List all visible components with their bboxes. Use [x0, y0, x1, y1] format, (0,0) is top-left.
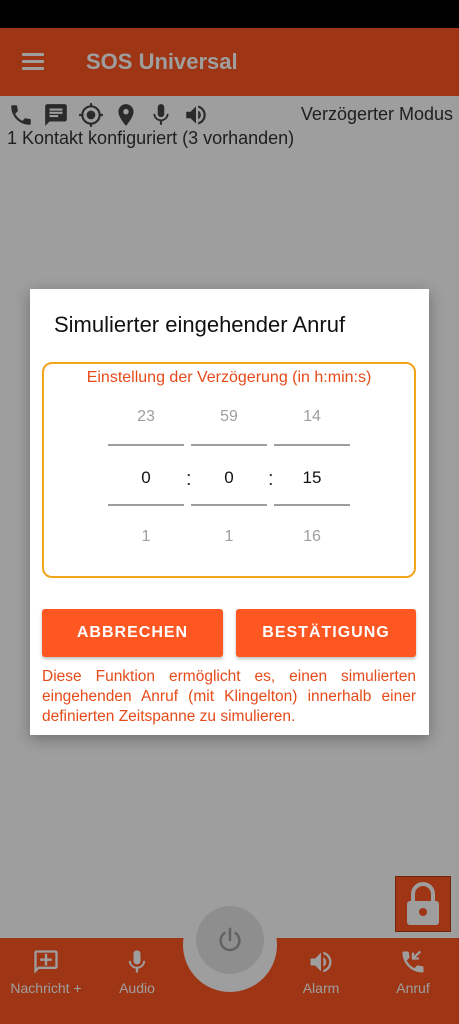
- minutes-picker[interactable]: 59 0 1: [191, 394, 267, 574]
- picker-prev-value[interactable]: 23: [108, 408, 184, 426]
- confirm-button[interactable]: BESTÄTIGUNG: [236, 609, 416, 657]
- hours-picker[interactable]: 23 0 1: [108, 394, 184, 574]
- time-separator: :: [268, 468, 274, 490]
- picker-next-value[interactable]: 1: [108, 528, 184, 546]
- dialog-description: Diese Funktion ermöglicht es, einen simu…: [42, 668, 416, 725]
- picker-next-value[interactable]: 1: [191, 528, 267, 546]
- dialog-title: Simulierter eingehender Anruf: [54, 312, 346, 337]
- picker-divider: [108, 504, 184, 506]
- picker-prev-value[interactable]: 14: [274, 408, 350, 426]
- picker-divider: [108, 444, 184, 446]
- picker-label: Einstellung der Verzögerung (in h:min:s): [86, 369, 372, 386]
- picker-next-value[interactable]: 16: [274, 528, 350, 546]
- cancel-button[interactable]: ABBRECHEN: [42, 609, 223, 657]
- picker-divider: [191, 504, 267, 506]
- picker-current-value[interactable]: 0: [191, 468, 267, 488]
- delay-dialog: Simulierter eingehender Anruf Einstellun…: [30, 289, 429, 735]
- picker-divider: [274, 444, 350, 446]
- picker-current-value[interactable]: 15: [274, 468, 350, 488]
- picker-prev-value[interactable]: 59: [191, 408, 267, 426]
- seconds-picker[interactable]: 14 15 16: [274, 394, 350, 574]
- picker-divider: [191, 444, 267, 446]
- delay-picker: Einstellung der Verzögerung (in h:min:s)…: [42, 362, 416, 578]
- picker-current-value[interactable]: 0: [108, 468, 184, 488]
- picker-divider: [274, 504, 350, 506]
